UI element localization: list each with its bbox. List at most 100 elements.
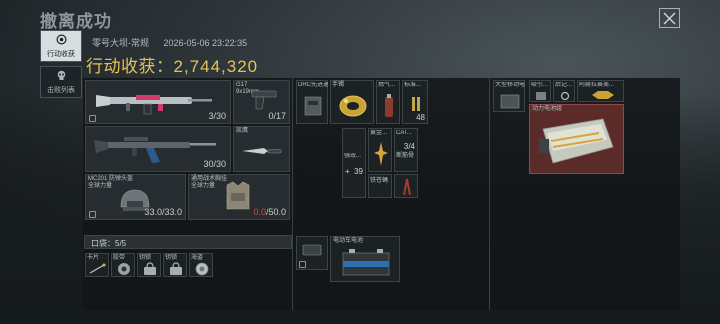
raid-info: 零号大坝-常规 2026-05-06 23:22:35	[92, 36, 259, 49]
power-station-icon	[500, 94, 520, 109]
pliers-icon	[403, 178, 411, 196]
backpack-item-label: 手镯	[332, 82, 345, 88]
case-item-battery[interactable]: 电动车电池	[330, 236, 400, 282]
backpack-item-label: DRC先进通讯三脚...	[298, 82, 328, 88]
divider	[489, 78, 490, 310]
backpack-item-label: 铁苍蝇	[370, 178, 389, 184]
safebox-item-power-battery[interactable]: 动力电池组	[529, 104, 624, 174]
armor-slot[interactable]: 通用战术胸挂 全球力量 0.0/50.0	[188, 174, 290, 220]
backpack-item-gold[interactable]: 黄金...	[368, 128, 392, 172]
ak-rifle-icon	[94, 137, 216, 163]
car-battery-icon	[342, 249, 390, 276]
gas-canister-icon	[385, 94, 393, 117]
melee-name: 凯鹰	[236, 128, 249, 134]
ring-icon	[560, 91, 570, 101]
secondary-weapon-slot[interactable]: 30/30	[85, 126, 231, 172]
strong-count: 39	[354, 167, 363, 176]
case-slot[interactable]	[296, 236, 328, 270]
pistol-name: G17	[236, 82, 248, 88]
cat-count: 3/4	[403, 142, 415, 151]
safebox-item-label: 后记...	[555, 82, 573, 88]
pouch-item-lock-2[interactable]: 钥锁	[163, 253, 187, 277]
plus-icon: +	[345, 167, 350, 176]
pouch-item-lock-1[interactable]: 钥锁	[137, 253, 161, 277]
armor-durability: 0.0/50.0	[253, 207, 286, 217]
melee-slot[interactable]: 凯鹰	[233, 126, 290, 172]
haul-label: 行动收获：	[86, 57, 174, 76]
knife-icon	[242, 148, 282, 154]
bracelet-icon	[339, 95, 367, 117]
backpack-item-standard[interactable]: 标准... 48	[402, 80, 428, 124]
safebox-item-label: 吸引...	[531, 82, 549, 88]
backpack-item-strong[interactable]: 强效... + 39	[342, 128, 366, 198]
haul-value: 2,744,320	[173, 57, 259, 76]
pouch-item-tape[interactable]: 胶带	[111, 253, 135, 277]
backpack-item-drc[interactable]: DRC先进通讯三脚...	[296, 80, 328, 124]
device-icon	[536, 92, 546, 100]
backpack-item-bracelet[interactable]: 手镯	[330, 80, 374, 124]
case-icon	[302, 244, 322, 256]
case-item-label: 电动车电池	[333, 238, 364, 244]
tab-kill-list[interactable]: 击败列表	[40, 66, 82, 98]
page-title: 撤离成功	[40, 12, 112, 31]
backpack-item-label: 强效...	[344, 153, 362, 159]
pistol-icon	[251, 90, 277, 110]
safebox-item-label: 动力电池组	[532, 106, 563, 112]
safebox-item-attract[interactable]: 吸引...	[529, 80, 551, 102]
backpack-item-label: 断筋骨	[396, 153, 415, 159]
battery-pack-icon	[539, 118, 614, 164]
tab-kill-list-label: 击败列表	[47, 87, 75, 94]
pistol-ammo: 0/17	[268, 111, 286, 121]
helmet-name: MC201 防弹头盔	[88, 176, 134, 182]
vest-icon	[226, 181, 250, 210]
pistol-slot[interactable]: G17 9x19mm 0/17	[233, 80, 290, 124]
lock-icon	[170, 262, 182, 275]
tab-action-haul[interactable]: 行动收获	[40, 30, 82, 62]
safebox-item-power-station[interactable]: 大型移动电站	[493, 80, 525, 112]
close-button[interactable]	[659, 8, 680, 28]
pouch-header: 口袋：5/5	[84, 235, 292, 249]
primary-ammo: 3/30	[208, 111, 226, 121]
card-icon	[89, 263, 106, 274]
pouch-item-label: 海盗	[191, 255, 204, 261]
backpack-item-iron-fly[interactable]: 铁苍蝇	[368, 174, 392, 198]
lock-icon	[144, 262, 156, 275]
safebox-item-aheila[interactable]: 阿赫拉赛美...	[577, 80, 624, 102]
gold-star-icon	[374, 142, 388, 166]
close-icon	[663, 12, 676, 24]
tape-icon	[118, 263, 130, 275]
backpack-item-tool[interactable]	[394, 174, 418, 198]
helmet-sub: 全球力量	[88, 183, 113, 189]
primary-weapon-slot[interactable]: 3/30	[85, 80, 231, 124]
haul-total: 行动收获：2,744,320	[86, 52, 258, 77]
pouch-item-card[interactable]: 卡片	[85, 253, 109, 277]
target-icon	[55, 34, 67, 45]
backpack-item-cat[interactable]: CAT... 3/4 断筋骨	[394, 128, 418, 172]
armor-durability-max: /50.0	[265, 207, 286, 217]
safebox-item-label: 阿赫拉赛美...	[579, 82, 615, 88]
ammo-icon	[412, 97, 420, 111]
armor-durability-current: 0.0	[253, 207, 266, 217]
mark-icon	[89, 115, 96, 122]
mark-icon	[89, 211, 96, 218]
mark-icon	[299, 261, 306, 268]
backpack-item-gas[interactable]: 燃气...	[376, 80, 400, 124]
safebox-item-label: 大型移动电站	[495, 82, 525, 88]
backpack-item-label: 黄金...	[370, 130, 388, 136]
skull-icon	[57, 70, 65, 80]
helmet-slot[interactable]: MC201 防弹头盔 全球力量 33.0/33.0	[85, 174, 186, 220]
raid-timestamp: 2026-05-06 23:22:35	[163, 38, 248, 48]
gold-artifact-icon	[592, 91, 614, 99]
radio-icon	[304, 96, 322, 116]
assault-rifle-icon	[96, 95, 212, 115]
helmet-durability: 33.0/33.0	[144, 207, 182, 217]
pouch-item-label: 钥锁	[139, 255, 152, 261]
safebox-item-epilogue[interactable]: 后记...	[553, 80, 575, 102]
pouch-item-label: 卡片	[87, 255, 100, 261]
divider	[292, 78, 293, 310]
coin-icon	[195, 262, 209, 276]
secondary-ammo: 30/30	[203, 159, 226, 169]
pouch-item-pirate[interactable]: 海盗	[189, 253, 213, 277]
backpack-item-label: 标准...	[404, 82, 422, 88]
map-name: 零号大坝-常规	[92, 38, 149, 48]
